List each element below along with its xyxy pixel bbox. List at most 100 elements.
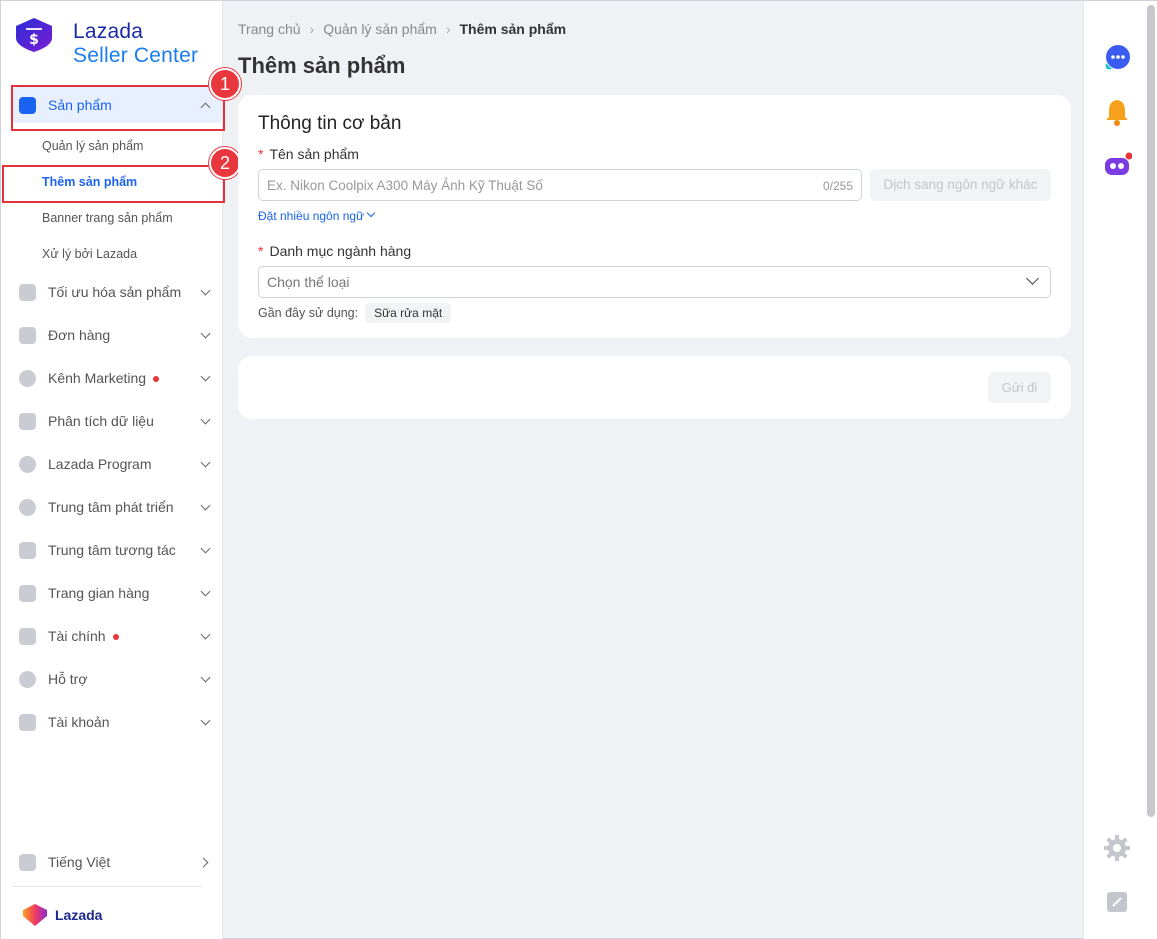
wallet-icon bbox=[19, 627, 36, 645]
chevron-down-icon bbox=[200, 588, 210, 598]
product-name-placeholder: Ex. Nikon Coolpix A300 Máy Ảnh Kỹ Thuật … bbox=[267, 178, 543, 193]
language-label: Tiếng Việt bbox=[48, 854, 111, 870]
basic-info-card: Thông tin cơ bản * Tên sản phẩm Ex. Nikon… bbox=[238, 95, 1071, 338]
required-asterisk: * bbox=[258, 146, 264, 162]
marketing-icon bbox=[19, 369, 36, 387]
settings-icon[interactable] bbox=[1102, 833, 1132, 863]
chevron-down-icon bbox=[200, 416, 210, 426]
sidebar-sub-product-banner[interactable]: Banner trang sản phẩm bbox=[42, 211, 173, 225]
sidebar-sub-manage-products[interactable]: Quản lý sản phẩm bbox=[42, 139, 143, 153]
sidebar-item-label: Tài chính bbox=[48, 628, 106, 644]
chevron-down-icon bbox=[367, 212, 375, 220]
submit-card: Gửi đi bbox=[238, 356, 1071, 419]
translate-icon bbox=[19, 853, 36, 871]
sidebar-item-product-optimization[interactable]: Tối ưu hóa sản phẩm bbox=[19, 277, 214, 307]
sidebar-item-label: Tối ưu hóa sản phẩm bbox=[48, 284, 182, 300]
product-name-label: * Tên sản phẩm bbox=[258, 146, 359, 162]
sidebar-item-label: Trung tâm phát triển bbox=[48, 499, 174, 515]
engagement-icon bbox=[19, 541, 36, 559]
sidebar-item-finance[interactable]: Tài chính bbox=[19, 621, 214, 651]
sidebar-item-label: Tài khoản bbox=[48, 714, 110, 730]
footer-brand-name: Lazada bbox=[55, 907, 103, 923]
bell-icon[interactable] bbox=[1102, 97, 1132, 127]
store-icon bbox=[19, 584, 36, 602]
breadcrumb: Trang chủ › Quản lý sản phẩm › Thêm sản … bbox=[238, 21, 566, 37]
sidebar-item-label: Phân tích dữ liệu bbox=[48, 413, 154, 429]
sidebar-item-growth-center[interactable]: Trung tâm phát triển bbox=[19, 492, 214, 522]
sidebar-item-analytics[interactable]: Phân tích dữ liệu bbox=[19, 406, 214, 436]
brand-name: Lazada bbox=[73, 20, 144, 43]
chevron-down-icon bbox=[200, 502, 210, 512]
help-icon bbox=[19, 670, 36, 688]
annotation-badge-1: 1 bbox=[209, 68, 241, 100]
chevron-down-icon bbox=[200, 545, 210, 555]
sidebar-item-engagement-center[interactable]: Trung tâm tương tác bbox=[19, 535, 214, 565]
sidebar-item-label: Trang gian hàng bbox=[48, 585, 150, 601]
breadcrumb-manage-products[interactable]: Quản lý sản phẩm bbox=[323, 21, 437, 37]
annotation-box-1 bbox=[11, 85, 225, 131]
analytics-icon bbox=[19, 412, 36, 430]
sidebar-item-marketing[interactable]: Kênh Marketing bbox=[19, 363, 214, 393]
product-name-input[interactable]: Ex. Nikon Coolpix A300 Máy Ảnh Kỹ Thuật … bbox=[258, 169, 862, 201]
chevron-down-icon bbox=[1028, 274, 1038, 284]
notification-dot bbox=[153, 376, 160, 383]
notification-dot bbox=[112, 634, 119, 641]
breadcrumb-separator-icon: › bbox=[445, 21, 451, 37]
chat-icon[interactable] bbox=[1102, 43, 1132, 73]
char-counter: 0/255 bbox=[822, 179, 853, 193]
account-icon bbox=[19, 713, 36, 731]
chevron-down-icon bbox=[200, 717, 210, 727]
app-window: $ Lazada Seller Center Sản phẩm Quản lý … bbox=[0, 0, 1157, 939]
brand-subtitle: Seller Center bbox=[73, 44, 199, 67]
category-select[interactable]: Chọn thể loại bbox=[258, 266, 1051, 298]
breadcrumb-home[interactable]: Trang chủ bbox=[238, 21, 301, 37]
recent-label: Gần đây sử dụng: bbox=[258, 306, 359, 320]
footer-brand: Lazada bbox=[21, 904, 102, 926]
breadcrumb-separator-icon: › bbox=[309, 21, 315, 37]
brand-logo[interactable]: $ Lazada Seller Center bbox=[14, 18, 214, 68]
sidebar-item-label: Hỗ trợ bbox=[48, 671, 88, 687]
multi-language-link[interactable]: Đặt nhiều ngôn ngữ bbox=[258, 209, 375, 223]
sidebar-item-label: Lazada Program bbox=[48, 456, 152, 472]
sidebar-item-label: Trung tâm tương tác bbox=[48, 542, 176, 558]
chart-up-icon bbox=[19, 283, 36, 301]
annotation-badge-2: 2 bbox=[209, 147, 241, 179]
category-label: * Danh mục ngành hàng bbox=[258, 243, 412, 259]
sidebar-item-label: Đơn hàng bbox=[48, 327, 111, 343]
sidebar-item-orders[interactable]: Đơn hàng bbox=[19, 320, 214, 350]
sidebar-item-lazada-program[interactable]: Lazada Program bbox=[19, 449, 214, 479]
chevron-down-icon bbox=[200, 631, 210, 641]
order-icon bbox=[19, 326, 36, 344]
translate-button[interactable]: Dịch sang ngôn ngữ khác bbox=[870, 169, 1051, 201]
recent-category-chip[interactable]: Sữa rửa mặt bbox=[365, 303, 452, 323]
sidebar: $ Lazada Seller Center Sản phẩm Quản lý … bbox=[1, 1, 223, 939]
program-icon bbox=[19, 455, 36, 473]
annotation-box-2 bbox=[2, 165, 225, 203]
chevron-down-icon bbox=[200, 287, 210, 297]
submit-button[interactable]: Gửi đi bbox=[988, 372, 1051, 403]
recent-categories: Gần đây sử dụng: Sữa rửa mặt bbox=[258, 303, 452, 323]
page-title: Thêm sản phẩm bbox=[238, 53, 406, 78]
sidebar-item-support[interactable]: Hỗ trợ bbox=[19, 664, 214, 694]
sidebar-item-label: Kênh Marketing bbox=[48, 370, 147, 386]
edit-icon[interactable] bbox=[1102, 887, 1132, 917]
right-rail bbox=[1083, 1, 1157, 939]
sidebar-item-store-page[interactable]: Trang gian hàng bbox=[19, 578, 214, 608]
lazada-logo-icon: $ bbox=[16, 18, 52, 52]
sidebar-sub-fulfilled-by-lazada[interactable]: Xử lý bởi Lazada bbox=[42, 247, 137, 261]
required-asterisk: * bbox=[258, 243, 264, 259]
scrollbar[interactable] bbox=[1147, 5, 1155, 817]
assistant-bot-icon[interactable] bbox=[1102, 151, 1132, 181]
chevron-down-icon bbox=[200, 373, 210, 383]
lazada-heart-icon bbox=[23, 904, 47, 926]
sidebar-divider bbox=[12, 886, 202, 887]
sidebar-item-account[interactable]: Tài khoản bbox=[19, 707, 214, 737]
svg-text:$: $ bbox=[29, 32, 39, 48]
chevron-down-icon bbox=[200, 459, 210, 469]
chevron-right-icon bbox=[200, 857, 210, 867]
category-placeholder: Chọn thể loại bbox=[267, 274, 350, 290]
growth-icon bbox=[19, 498, 36, 516]
breadcrumb-current: Thêm sản phẩm bbox=[459, 21, 567, 37]
chevron-down-icon bbox=[200, 674, 210, 684]
language-switcher[interactable]: Tiếng Việt bbox=[19, 847, 214, 877]
